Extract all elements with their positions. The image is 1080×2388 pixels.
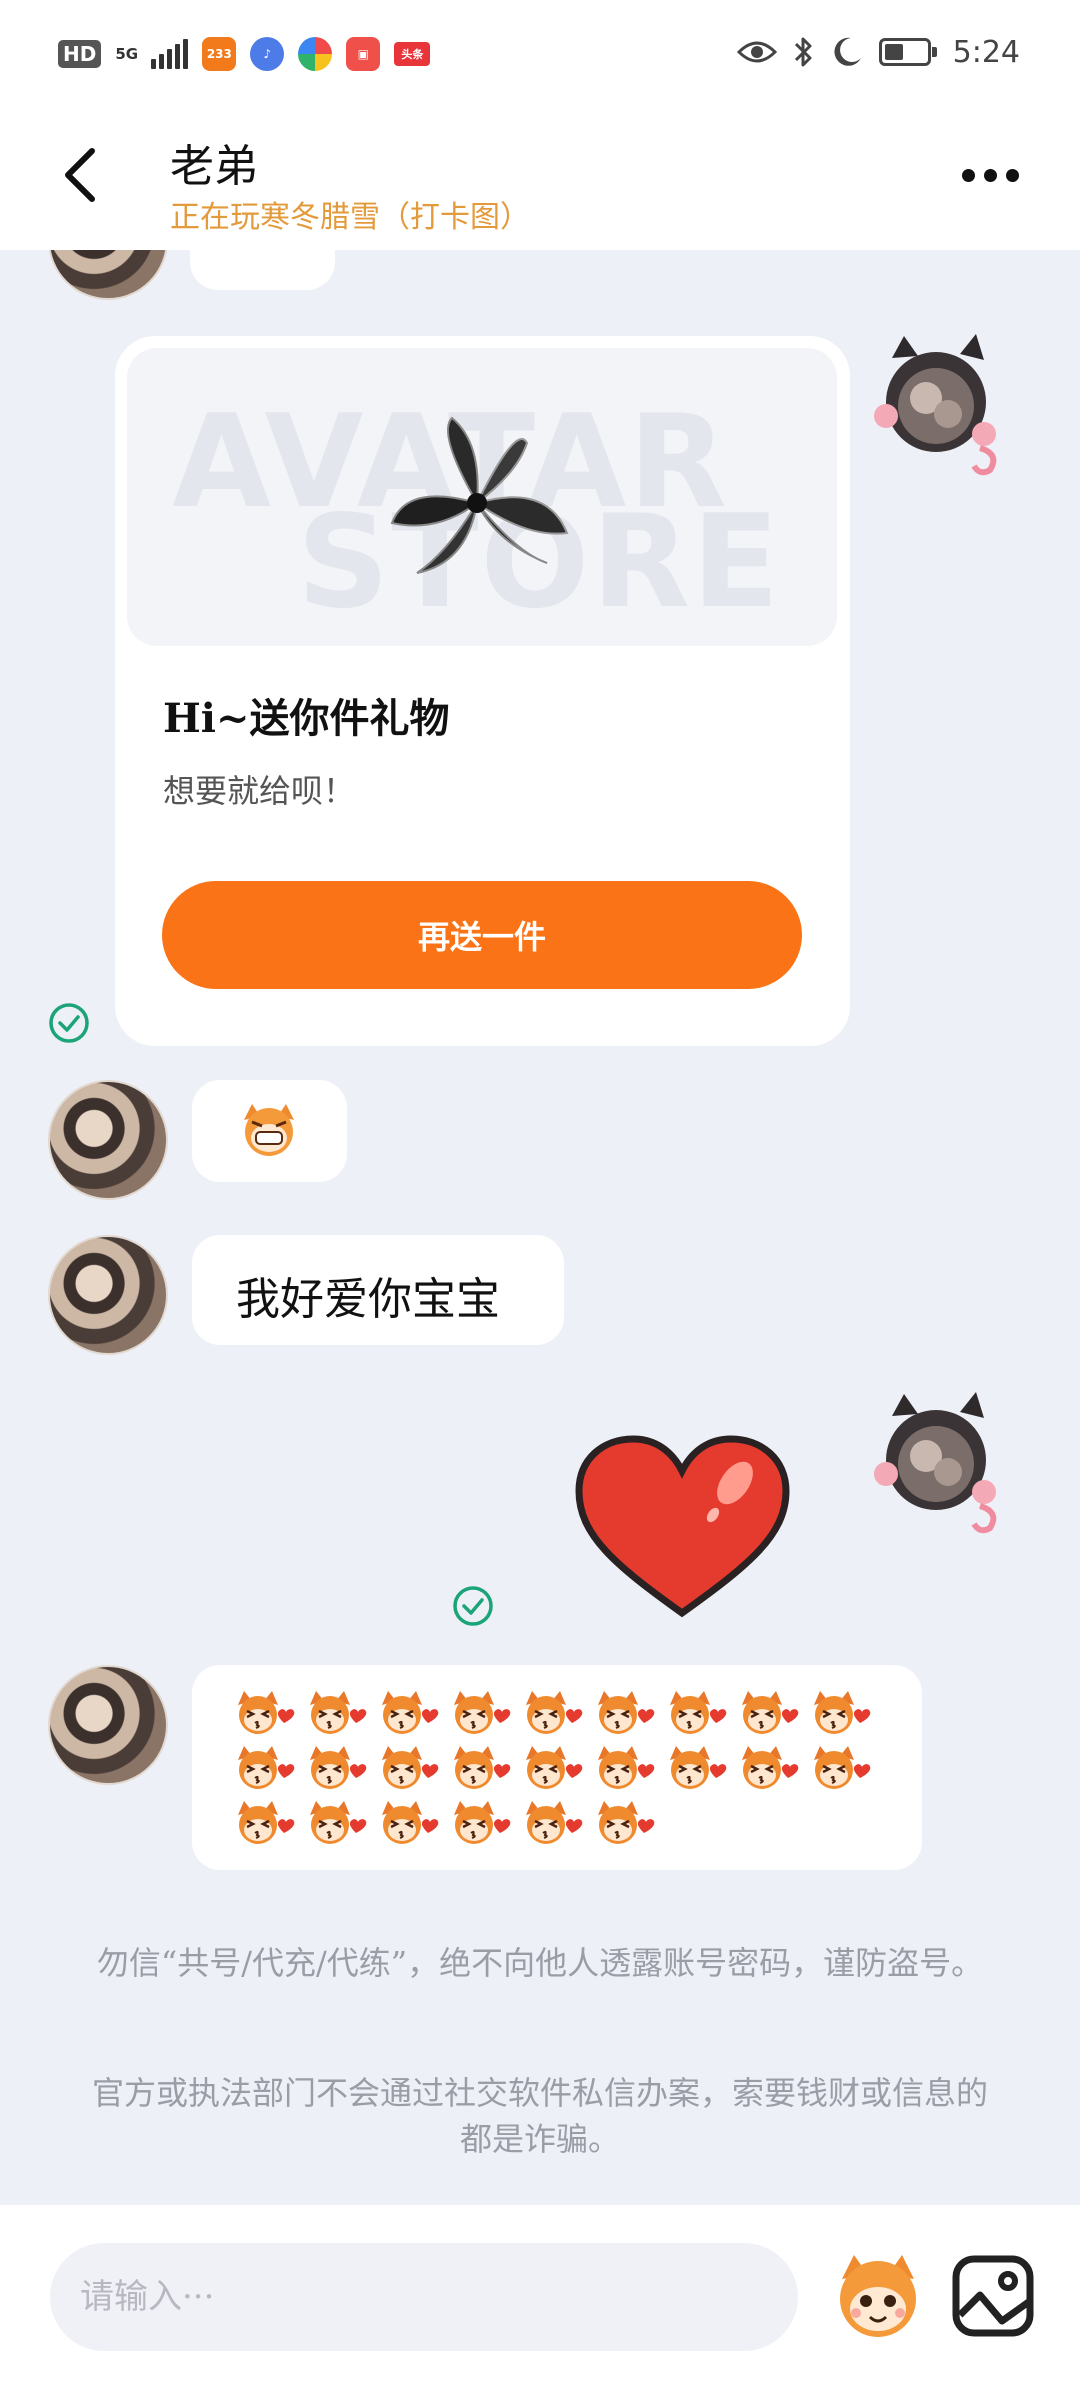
contact-avatar[interactable] [48,250,168,300]
more-button[interactable] [950,155,1030,195]
kiss-emoji-icon [306,1799,370,1847]
emoji-grid [234,1689,884,1847]
hd-badge: HD [58,40,102,68]
gift-card[interactable]: AVATAR STORE Hi~送你件礼物 想要就给呗！ 再送一件 [115,336,850,1046]
network-type: 5G [115,44,139,63]
user-avatar[interactable] [870,330,1010,480]
bluetooth-icon [794,37,812,67]
message-text: 我好爱你宝宝 [236,1274,500,1325]
kiss-emoji-icon [378,1689,442,1737]
kiss-emoji-icon [522,1799,586,1847]
kuaikan-app-icon: ▣ [346,37,381,71]
kiss-emoji-icon [378,1744,442,1792]
kiss-emoji-icon [450,1799,514,1847]
battery-icon [878,38,937,66]
gift-image: AVATAR STORE [127,348,837,646]
contact-avatar[interactable] [48,1235,168,1355]
kiss-emoji-icon [594,1744,658,1792]
contact-avatar[interactable] [48,1665,168,1785]
kiss-emoji-icon [666,1689,730,1737]
kiss-emoji-icon [234,1799,298,1847]
kiss-emoji-icon [738,1744,802,1792]
more-icon [961,168,975,182]
more-icon-dot [983,168,997,182]
text-message[interactable]: 我好爱你宝宝 [192,1235,564,1345]
status-right: 5:24 [736,30,1020,74]
message-bubble-partial[interactable] [190,250,335,290]
eye-icon [736,41,777,63]
toutiao-app-icon: 头条 [394,42,431,66]
image-icon[interactable] [950,2253,1036,2339]
status-left: HD 5G 233 ♪ ▣ 头条 [58,34,431,74]
back-button[interactable] [50,140,110,210]
gift-title: Hi~送你件礼物 [163,695,450,742]
kiss-emoji-icon [234,1744,298,1792]
kiss-emoji-icon [450,1744,514,1792]
kiss-emoji-icon [378,1799,442,1847]
user-avatar[interactable] [870,1388,1010,1538]
kiss-emoji-icon [450,1689,514,1737]
fraud-notice: 官方或执法部门不会通过社交软件私信办案，索要钱财或信息的都是诈骗。 [91,2074,988,2158]
moon-icon [834,37,861,66]
black-flower-icon [390,416,569,574]
battery-level [884,44,903,60]
grin-emoji-icon [244,1104,294,1156]
emoji-message[interactable] [192,1080,347,1182]
kiss-emoji-icon [234,1689,298,1737]
more-icon-dot [1005,168,1019,182]
colorful-app-icon [298,37,333,71]
music-app-icon: ♪ [250,37,285,71]
kiss-emoji-icon [810,1689,874,1737]
contact-avatar[interactable] [48,1080,168,1200]
kiss-emoji-icon [810,1744,874,1792]
kiss-emoji-icon [522,1744,586,1792]
check-icon [49,1003,89,1043]
kiss-emoji-icon [522,1689,586,1737]
kiss-emoji-icon [594,1799,658,1847]
chat-header: 老弟 正在玩寒冬腊雪（打卡图） [0,100,1080,250]
signal-icon [151,39,189,69]
heart-sticker[interactable] [575,1435,790,1620]
input-bar [0,2205,1080,2388]
gift-description: 想要就给呗！ [163,772,356,810]
kiss-emoji-icon [594,1689,658,1737]
kiss-emoji-icon [306,1689,370,1737]
clock: 5:24 [952,34,1020,70]
check-icon [453,1586,493,1626]
contact-name: 老弟 [170,141,258,192]
message-input[interactable] [50,2243,798,2351]
emoji-sticker-icon[interactable] [828,2245,928,2345]
emoji-grid-message[interactable] [192,1665,922,1870]
contact-status: 正在玩寒冬腊雪（打卡图） [170,200,530,235]
message-list[interactable]: AVATAR STORE Hi~送你件礼物 想要就给呗！ 再送一件 我好爱你宝宝… [0,250,1080,2205]
status-bar: HD 5G 233 ♪ ▣ 头条 5:24 [0,0,1080,100]
kiss-emoji-icon [738,1689,802,1737]
send-another-gift-button[interactable]: 再送一件 [162,881,802,989]
back-arrow-icon [65,148,95,202]
security-notice: 勿信“共号/代充/代练”，绝不向他人透露账号密码，谨防盗号。 [96,1944,984,1982]
kiss-emoji-icon [666,1744,730,1792]
app-233-icon: 233 [202,37,237,71]
kiss-emoji-icon [306,1744,370,1792]
